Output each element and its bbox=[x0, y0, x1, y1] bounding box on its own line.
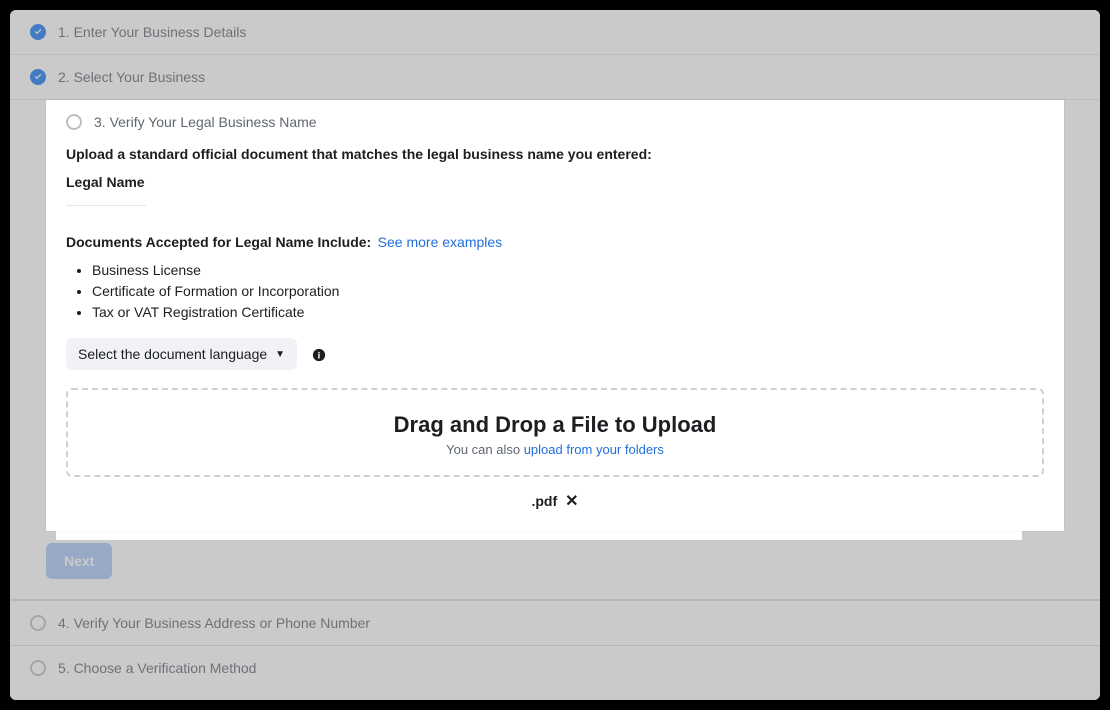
accepted-documents-list: Business License Certificate of Formatio… bbox=[92, 262, 1044, 320]
step-1-label: 1. Enter Your Business Details bbox=[58, 24, 246, 40]
uploaded-file-name: .pdf bbox=[531, 493, 557, 509]
legal-name-heading: Legal Name bbox=[66, 174, 1044, 190]
list-item: Tax or VAT Registration Certificate bbox=[92, 304, 1044, 320]
uploaded-file-row: .pdf ✕ bbox=[66, 491, 1044, 511]
next-button[interactable]: Next bbox=[46, 543, 112, 579]
upload-instruction: Upload a standard official document that… bbox=[66, 146, 1044, 162]
dropzone-title: Drag and Drop a File to Upload bbox=[78, 412, 1032, 438]
step-4-row[interactable]: 4. Verify Your Business Address or Phone… bbox=[10, 600, 1100, 645]
step-2-label: 2. Select Your Business bbox=[58, 69, 205, 85]
step-3-label: 3. Verify Your Legal Business Name bbox=[94, 114, 317, 130]
radio-icon bbox=[30, 615, 46, 631]
step-1-row[interactable]: 1. Enter Your Business Details bbox=[10, 10, 1100, 55]
caret-down-icon: ▼ bbox=[275, 349, 285, 360]
step-2-row[interactable]: 2. Select Your Business bbox=[10, 55, 1100, 100]
list-item: Certificate of Formation or Incorporatio… bbox=[92, 283, 1044, 299]
svg-text:i: i bbox=[317, 350, 320, 361]
legal-name-value bbox=[66, 196, 146, 206]
documents-accepted-heading: Documents Accepted for Legal Name Includ… bbox=[66, 234, 371, 250]
step-3-panel: 3. Verify Your Legal Business Name Uploa… bbox=[46, 100, 1064, 531]
radio-icon bbox=[30, 660, 46, 676]
dropzone-subtitle: You can also upload from your folders bbox=[78, 442, 1032, 457]
see-more-examples-link[interactable]: See more examples bbox=[378, 234, 503, 250]
step-4-label: 4. Verify Your Business Address or Phone… bbox=[58, 615, 370, 631]
file-dropzone[interactable]: Drag and Drop a File to Upload You can a… bbox=[66, 388, 1044, 477]
list-item: Business License bbox=[92, 262, 1044, 278]
document-language-select[interactable]: Select the document language ▼ bbox=[66, 338, 297, 370]
remove-file-button[interactable]: ✕ bbox=[565, 491, 578, 511]
document-language-label: Select the document language bbox=[78, 346, 267, 362]
step-5-label: 5. Choose a Verification Method bbox=[58, 660, 256, 676]
check-icon bbox=[30, 69, 46, 85]
info-icon[interactable]: i bbox=[312, 348, 326, 362]
radio-icon bbox=[66, 114, 82, 130]
step-5-row[interactable]: 5. Choose a Verification Method bbox=[10, 645, 1100, 690]
upload-from-folders-link[interactable]: upload from your folders bbox=[524, 442, 664, 457]
check-icon bbox=[30, 24, 46, 40]
